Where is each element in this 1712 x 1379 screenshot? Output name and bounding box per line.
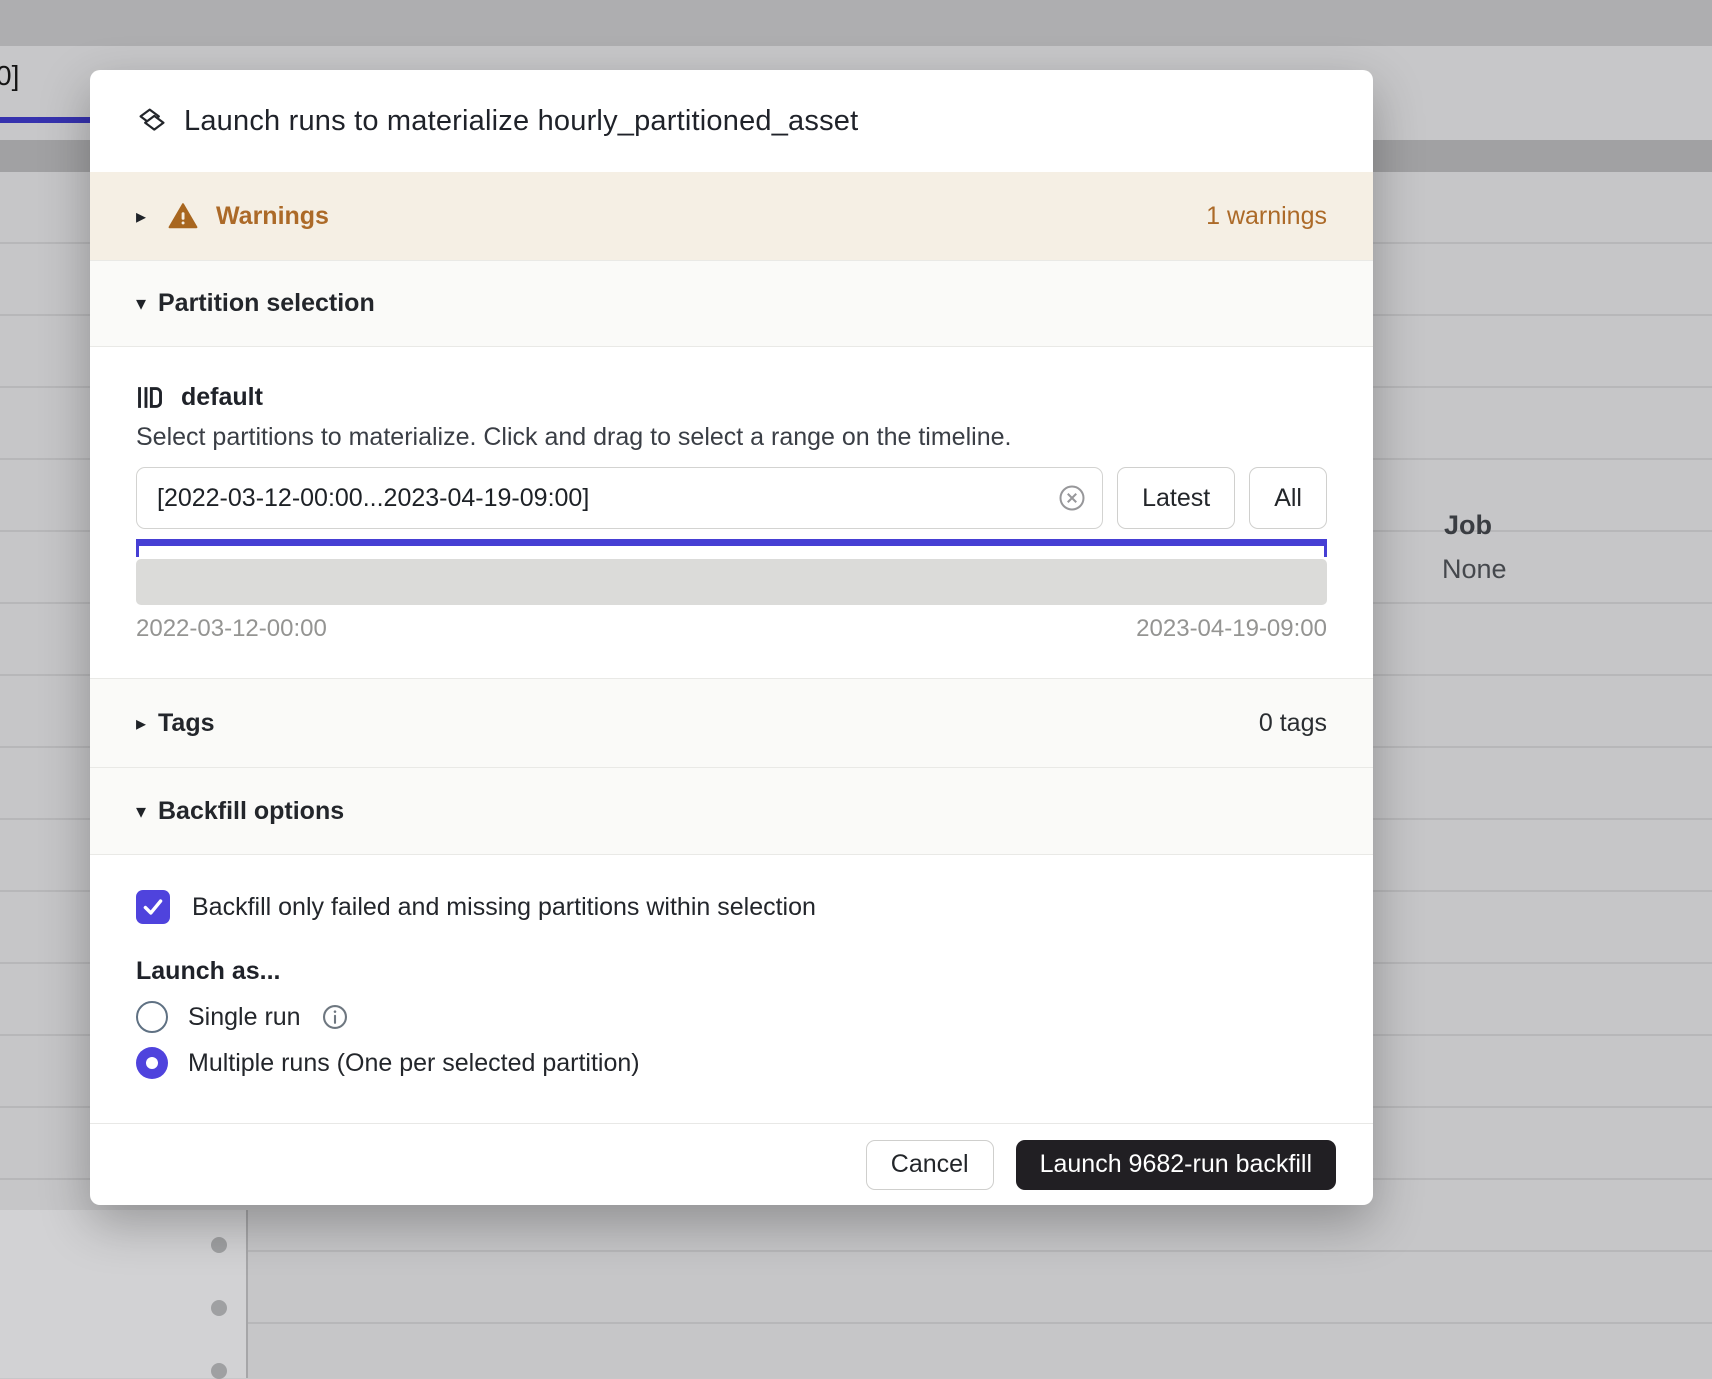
launch-backfill-dialog: Launch runs to materialize hourly_partit…	[90, 70, 1373, 1205]
warnings-section-toggle[interactable]: ▸ Warnings 1 warnings	[90, 172, 1373, 260]
dialog-footer: Cancel Launch 9682-run backfill	[90, 1123, 1373, 1205]
background-cut-text: 0]	[0, 60, 19, 92]
single-run-option: Single run	[136, 1001, 1327, 1033]
background-dot	[211, 1237, 227, 1253]
tags-section-toggle[interactable]: ▸ Tags 0 tags	[90, 678, 1373, 768]
tags-header: Tags	[158, 709, 215, 738]
info-icon[interactable]	[321, 1003, 349, 1031]
warnings-label: Warnings	[216, 202, 329, 231]
partition-range-controls: Latest All	[136, 467, 1327, 529]
partition-selection-header: Partition selection	[158, 289, 375, 318]
partition-dimension-row: default	[136, 381, 1327, 414]
multiple-runs-label: Multiple runs (One per selected partitio…	[188, 1049, 640, 1078]
backfill-options-body: Backfill only failed and missing partiti…	[90, 855, 1373, 1123]
single-run-radio[interactable]	[136, 1001, 168, 1033]
multiple-runs-option: Multiple runs (One per selected partitio…	[136, 1047, 1327, 1079]
partition-selection-body: default Select partitions to materialize…	[90, 347, 1373, 678]
background-job-column-label: Job	[1444, 510, 1492, 541]
warning-triangle-icon	[168, 201, 198, 231]
partition-selection-description: Select partitions to materialize. Click …	[136, 420, 1327, 455]
partition-icon	[136, 384, 163, 411]
launch-as-label: Launch as...	[136, 957, 1327, 985]
range-end-label: 2023-04-19-09:00	[1136, 615, 1327, 642]
launch-backfill-button[interactable]: Launch 9682-run backfill	[1016, 1140, 1336, 1190]
all-button[interactable]: All	[1249, 467, 1327, 529]
chevron-down-icon: ▾	[136, 799, 158, 824]
timeline-range-labels: 2022-03-12-00:00 2023-04-19-09:00	[136, 615, 1327, 642]
dialog-title: Launch runs to materialize hourly_partit…	[184, 105, 858, 138]
backfill-options-toggle[interactable]: ▾ Backfill options	[90, 768, 1373, 855]
backfill-options-header: Backfill options	[158, 797, 344, 826]
multiple-runs-radio[interactable]	[136, 1047, 168, 1079]
background-dot	[211, 1363, 227, 1379]
chevron-right-icon: ▸	[136, 204, 158, 229]
chevron-down-icon: ▾	[136, 291, 158, 316]
clear-selection-icon[interactable]	[1057, 483, 1087, 513]
range-start-label: 2022-03-12-00:00	[136, 615, 327, 642]
backfill-only-failed-row: Backfill only failed and missing partiti…	[136, 890, 1327, 924]
background-toolbar	[0, 0, 1712, 46]
partition-range-input[interactable]	[136, 467, 1103, 529]
latest-button[interactable]: Latest	[1117, 467, 1235, 529]
single-run-label: Single run	[188, 1003, 301, 1032]
cancel-button[interactable]: Cancel	[866, 1140, 994, 1190]
materialize-asset-icon	[136, 105, 168, 137]
background-job-value: None	[1442, 554, 1507, 585]
background-dot	[211, 1300, 227, 1316]
selection-range-bracket	[136, 539, 1327, 557]
background-left-panel	[0, 1210, 248, 1378]
backfill-only-failed-checkbox[interactable]	[136, 890, 170, 924]
backfill-only-failed-label: Backfill only failed and missing partiti…	[192, 893, 816, 922]
dialog-header: Launch runs to materialize hourly_partit…	[90, 70, 1373, 172]
warnings-count: 1 warnings	[1206, 202, 1327, 231]
chevron-right-icon: ▸	[136, 711, 158, 736]
partition-range-input-wrap	[136, 467, 1103, 529]
partition-dimension-name: default	[181, 383, 263, 412]
partition-timeline[interactable]	[136, 559, 1327, 605]
partition-selection-toggle[interactable]: ▾ Partition selection	[90, 260, 1373, 347]
tags-count: 0 tags	[1259, 709, 1327, 738]
